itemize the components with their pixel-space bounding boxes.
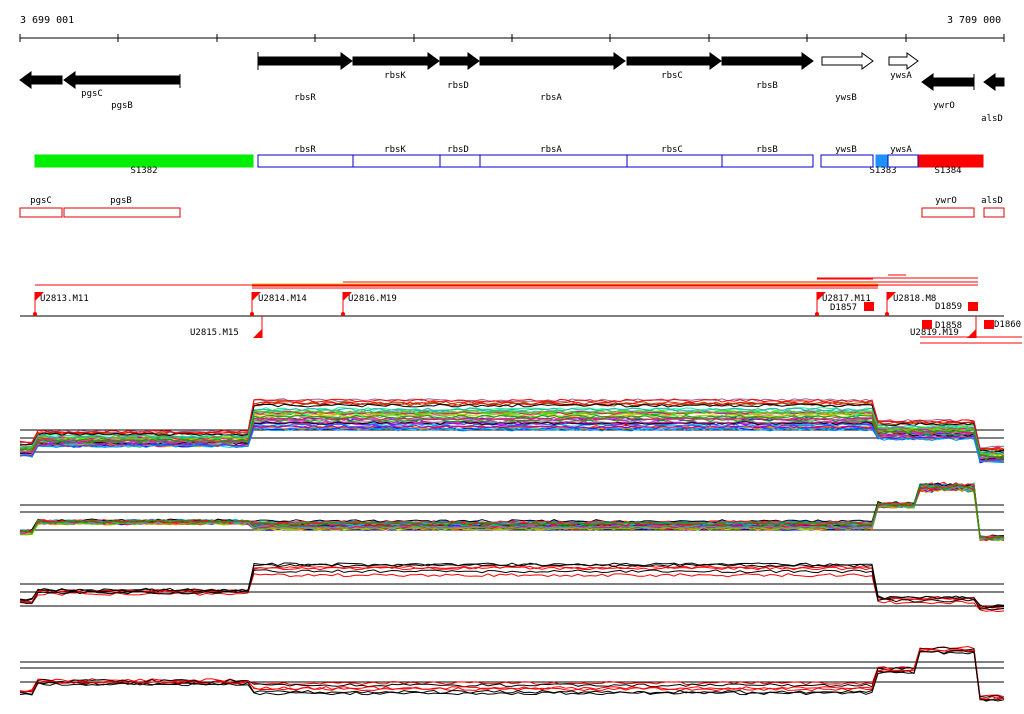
- antisense-gene-ywrO[interactable]: [921, 207, 975, 218]
- gene-arrow-ywsA[interactable]: [888, 52, 919, 70]
- tu-label-U2818.M8: U2818.M8: [893, 294, 936, 304]
- expression-trace: [19, 485, 1005, 542]
- gene-arrow-rbsR[interactable]: [257, 52, 353, 70]
- operon-gene-rbsR[interactable]: [257, 154, 354, 168]
- gene-label-ywrO: ywrO: [933, 101, 955, 111]
- tu-marker-U2815.M15[interactable]: [253, 329, 262, 338]
- tu-marker-D1857[interactable]: [864, 302, 874, 311]
- expression-trace: [19, 646, 1005, 699]
- expression-panel-3: [19, 562, 1005, 613]
- gene-arrow-rbsC[interactable]: [626, 52, 722, 70]
- antisense-label-alsD: alsD: [981, 196, 1003, 206]
- tu-label-D1859: D1859: [935, 302, 962, 312]
- gene-label-rbsA: rbsA: [540, 93, 562, 103]
- tu-dot: [815, 312, 819, 316]
- tu-label-U2815.M15: U2815.M15: [190, 328, 239, 338]
- expression-trace: [19, 486, 1005, 541]
- operon-gene-label-ywsA: ywsA: [890, 145, 912, 155]
- tu-label-U2813.M11: U2813.M11: [40, 294, 89, 304]
- gene-arrow-rbsA[interactable]: [479, 52, 626, 70]
- transcription-unit-track: U2813.M11 U2814.M14 U2815.M15 U2816.M19 U281…: [20, 274, 1022, 344]
- tu-label-D1858: D1858: [935, 321, 962, 331]
- expression-trace: [19, 483, 1005, 540]
- operon-gene-rbsB[interactable]: [721, 154, 814, 168]
- operon-gene-label-rbsC: rbsC: [661, 145, 683, 155]
- operon-gene-label-rbsD: rbsD: [447, 145, 469, 155]
- tu-dot: [250, 312, 254, 316]
- antisense-gene-pgsC[interactable]: [19, 207, 63, 218]
- expression-trace: [19, 485, 1005, 541]
- gene-arrow-rbsK[interactable]: [352, 52, 440, 70]
- tu-dot: [33, 312, 37, 316]
- sigma-label-S1384: S1384: [934, 166, 961, 176]
- expression-panel-2: [19, 481, 1005, 542]
- operon-gene-label-ywsB: ywsB: [835, 145, 857, 155]
- expression-trace: [19, 485, 1005, 542]
- operon-gene-rbsD[interactable]: [439, 154, 481, 168]
- operon-gene-label-rbsB: rbsB: [756, 145, 778, 155]
- operon-gene-rbsC[interactable]: [626, 154, 723, 168]
- coordinate-ruler: 3 699 001 3 709 000: [19, 15, 1005, 42]
- operon-gene-label-rbsA: rbsA: [540, 145, 562, 155]
- gene-labels: pgsC pgsB rbsR rbsK rbsD rbsA rbsC rbsB ywsB ywsA…: [81, 71, 1003, 124]
- expression-trace: [20, 484, 1005, 541]
- expression-trace: [19, 484, 1005, 541]
- gene-arrow-ywrO[interactable]: [921, 73, 975, 91]
- genome-browser[interactable]: 3 699 001 3 709 000 pgsC pgsB rbsR rbsK rbsD…: [0, 0, 1024, 714]
- gene-arrow-ywsB[interactable]: [821, 52, 874, 70]
- expression-panel-4: [19, 645, 1005, 702]
- tu-label-U2814.M14: U2814.M14: [258, 294, 307, 304]
- expression-trace: [19, 566, 1005, 610]
- operon-gene-ywsB[interactable]: [820, 154, 874, 168]
- gene-label-ywsB: ywsB: [835, 93, 857, 103]
- gene-label-pgsB: pgsB: [111, 101, 133, 111]
- operon-track: S1382 S1383 S1384rbsR rbsK rbsD rbsA rbsC rbsB y…: [34, 145, 984, 176]
- tu-marker-D1859[interactable]: [968, 302, 978, 311]
- antisense-label-pgsC: pgsC: [30, 196, 52, 206]
- gene-arrow-alsD[interactable]: [983, 73, 1005, 91]
- gene-arrow-pgsC[interactable]: [19, 71, 63, 89]
- expression-trace: [19, 562, 1005, 608]
- tu-label-D1860: D1860: [994, 320, 1021, 330]
- operon-gene-rbsA[interactable]: [479, 154, 628, 168]
- expression-panel-1: [19, 398, 1005, 464]
- operon-gene-rbsK[interactable]: [352, 154, 441, 168]
- expression-trace: [19, 484, 1005, 541]
- coord-end: 3 709 000: [947, 15, 1001, 26]
- sigma-label-S1382: S1382: [130, 166, 157, 176]
- antisense-track: pgsC pgsB ywrO alsD: [19, 196, 1005, 218]
- gene-arrow-rbsB[interactable]: [721, 52, 814, 70]
- expression-trace: [19, 485, 1005, 541]
- expression-trace: [19, 485, 1005, 542]
- gene-label-rbsB: rbsB: [756, 81, 778, 91]
- expression-trace: [19, 645, 1005, 698]
- antisense-label-ywrO: ywrO: [935, 196, 957, 206]
- tu-marker-D1858[interactable]: [922, 320, 932, 329]
- antisense-label-pgsB: pgsB: [110, 196, 132, 206]
- antisense-gene-pgsB[interactable]: [63, 207, 181, 218]
- coord-start: 3 699 001: [20, 15, 74, 26]
- gene-label-rbsC: rbsC: [661, 71, 683, 81]
- gene-track: [19, 52, 1005, 91]
- gene-label-rbsR: rbsR: [294, 93, 316, 103]
- operon-gene-label-rbsK: rbsK: [384, 145, 406, 155]
- tu-label-U2816.M19: U2816.M19: [348, 294, 397, 304]
- gene-label-rbsK: rbsK: [384, 71, 406, 81]
- tu-label-D1857: D1857: [830, 303, 857, 313]
- gene-label-pgsC: pgsC: [81, 89, 103, 99]
- gene-label-rbsD: rbsD: [447, 81, 469, 91]
- expression-trace: [19, 650, 1005, 702]
- gene-label-ywsA: ywsA: [890, 71, 912, 81]
- tu-dot: [341, 312, 345, 316]
- expression-trace: [19, 565, 1005, 609]
- tu-marker-D1860[interactable]: [984, 320, 994, 329]
- gene-label-alsD: alsD: [981, 114, 1003, 124]
- gene-arrow-pgsB[interactable]: [63, 71, 181, 89]
- gene-arrow-rbsD[interactable]: [439, 52, 480, 70]
- expression-panels: [19, 398, 1005, 702]
- operon-gene-label-rbsR: rbsR: [294, 145, 316, 155]
- antisense-gene-alsD[interactable]: [983, 207, 1005, 218]
- tu-dot: [885, 312, 889, 316]
- expression-trace: [19, 650, 1005, 702]
